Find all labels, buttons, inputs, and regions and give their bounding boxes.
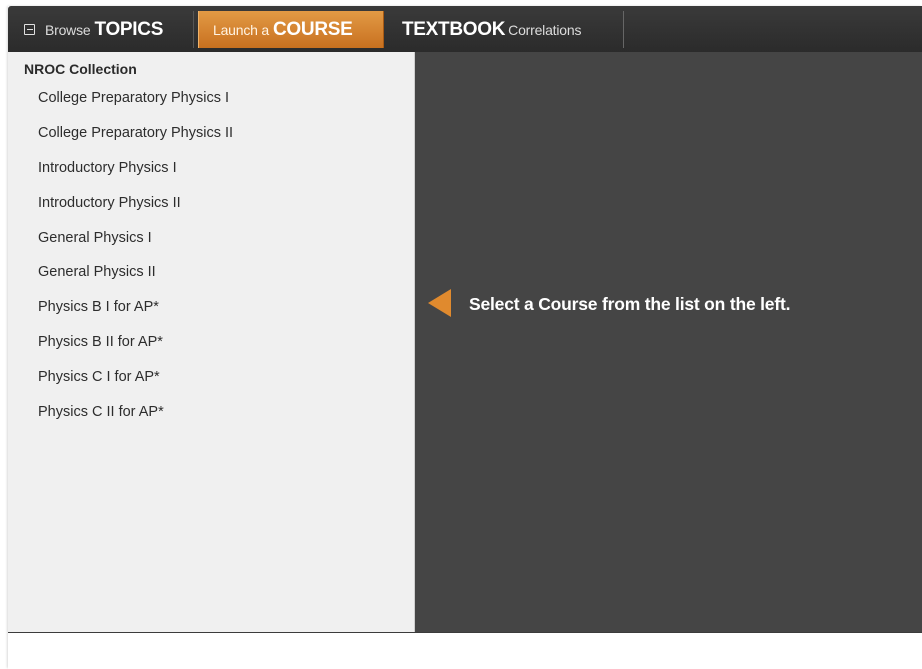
bottom-bar (8, 632, 922, 669)
tab-course-prefix: Launch a (213, 21, 270, 38)
course-list-item[interactable]: Introductory Physics I (38, 158, 233, 193)
collection-title: NROC Collection (24, 61, 137, 77)
top-nav-bar: Browse TOPICS Launch a COURSE TEXTBOOK C… (8, 6, 922, 52)
app-frame: Browse TOPICS Launch a COURSE TEXTBOOK C… (8, 6, 922, 669)
course-list-item[interactable]: Physics C II for AP* (38, 402, 233, 437)
course-list-item[interactable]: College Preparatory Physics II (38, 123, 233, 158)
course-list-item[interactable]: College Preparatory Physics I (38, 88, 233, 123)
collapse-toggle-icon[interactable] (24, 24, 35, 35)
tab-launch-course[interactable]: Launch a COURSE (198, 11, 384, 48)
course-list-item[interactable]: Physics B I for AP* (38, 297, 233, 332)
course-list-item[interactable]: Physics C I for AP* (38, 367, 233, 402)
course-sidebar: NROC Collection College Preparatory Phys… (8, 52, 415, 632)
tab-topics-prefix: Browse (45, 21, 91, 38)
course-detail-panel: Select a Course from the list on the lef… (415, 52, 922, 632)
course-list-item[interactable]: Physics B II for AP* (38, 332, 233, 367)
tab-textbook-suffix: Correlations (508, 21, 582, 38)
course-list-item[interactable]: General Physics II (38, 262, 233, 297)
course-list-item[interactable]: Introductory Physics II (38, 193, 233, 228)
left-arrow-icon (428, 289, 451, 317)
tab-browse-topics[interactable]: Browse TOPICS (8, 11, 194, 48)
course-list-item[interactable]: General Physics I (38, 228, 233, 263)
tab-textbook-correlations[interactable]: TEXTBOOK Correlations (402, 11, 624, 48)
course-list: College Preparatory Physics I College Pr… (38, 88, 233, 437)
select-course-prompt: Select a Course from the list on the lef… (469, 294, 791, 314)
tab-textbook-label: TEXTBOOK (402, 18, 506, 40)
tab-course-label: COURSE (273, 18, 353, 40)
tab-topics-label: TOPICS (94, 18, 164, 40)
